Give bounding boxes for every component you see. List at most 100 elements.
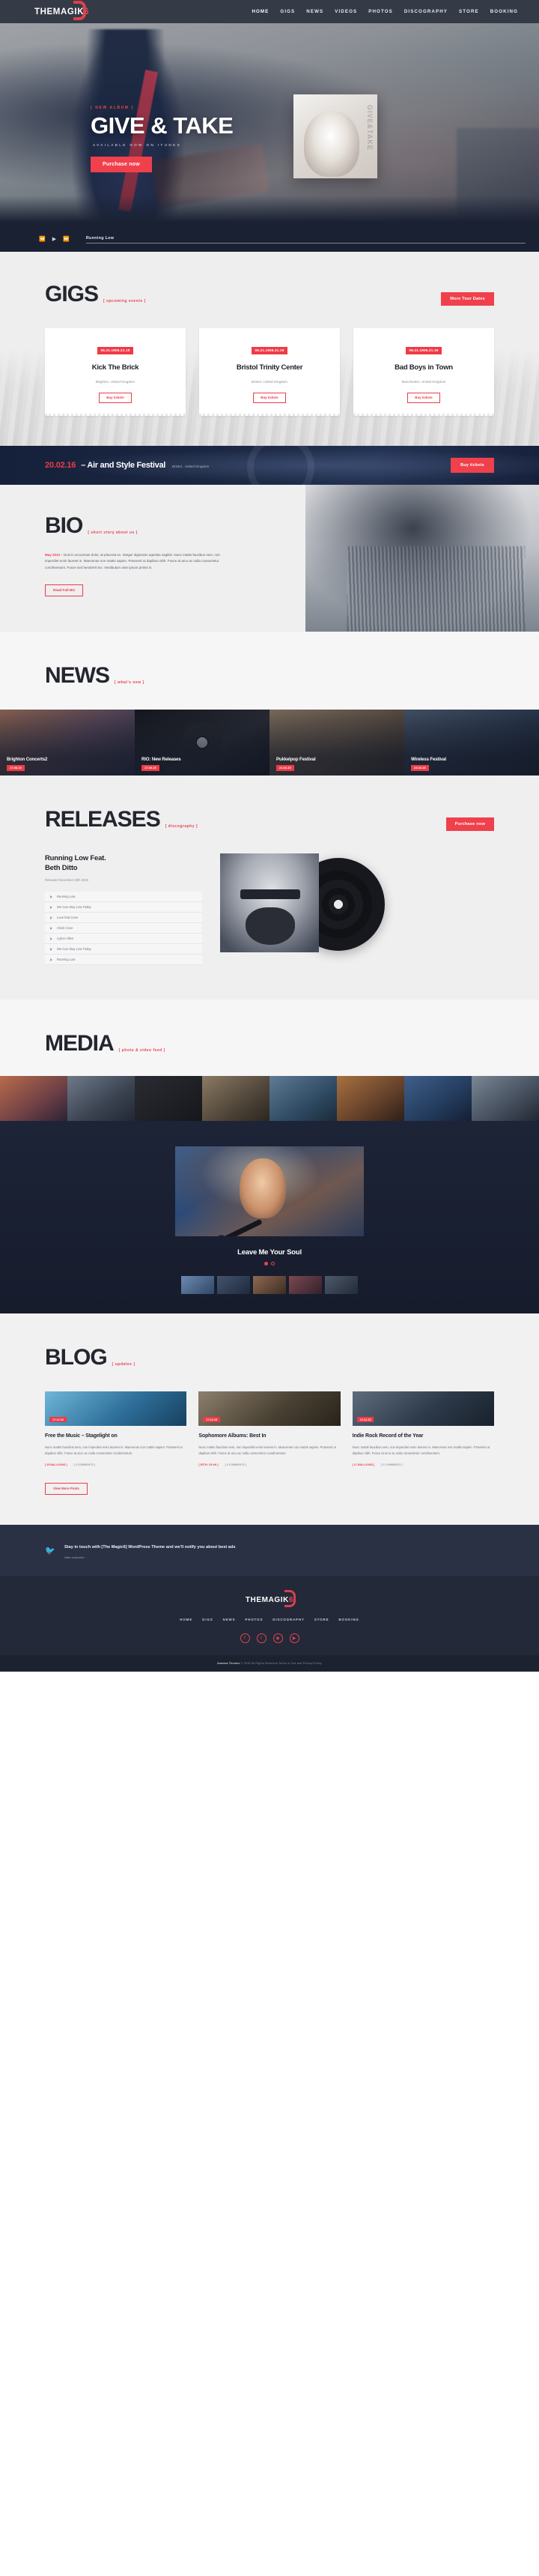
nav-item-booking[interactable]: BOOKING xyxy=(490,9,518,14)
media-thumbnail[interactable] xyxy=(202,1076,270,1122)
media-thumbnail[interactable] xyxy=(337,1076,404,1122)
blog-post-comments[interactable]: [ 0 COMMENTS ] xyxy=(381,1463,402,1466)
news-section-header: NEWS [ what's new ] xyxy=(0,631,539,710)
media-thumbnail[interactable] xyxy=(472,1076,539,1122)
play-icon[interactable] xyxy=(50,937,52,940)
play-icon[interactable] xyxy=(50,895,52,898)
blog-post-thumbnail[interactable]: 17.12.15 xyxy=(45,1391,187,1427)
media-thumbnail[interactable] xyxy=(270,1076,337,1122)
view-more-posts-button[interactable]: View More Posts xyxy=(45,1482,88,1495)
facebook-icon[interactable]: f xyxy=(240,1633,250,1644)
track-row[interactable]: Cyber Allies xyxy=(45,934,202,945)
blog-post-likes[interactable]: [ 27 BALLOONS ] xyxy=(353,1463,375,1466)
release-details: Running Low Feat. Beth Ditto Released No… xyxy=(45,853,202,966)
release-cover-image xyxy=(220,853,319,952)
play-icon[interactable] xyxy=(50,958,52,961)
logo-mark-icon xyxy=(73,0,86,20)
news-card-title: Pukkelpop Festival xyxy=(276,758,316,762)
gig-card[interactable]: 06.21.1906.21.19 Kick The Brick Brighton… xyxy=(45,328,186,416)
track-row[interactable]: Love that Cave xyxy=(45,913,202,924)
footer-nav-home[interactable]: HOME xyxy=(180,1618,192,1621)
news-card[interactable]: Pukkelpop Festival 21.04.15 xyxy=(270,709,404,775)
hero-purchase-button[interactable]: Purchase now xyxy=(91,157,152,172)
carousel-dot-active[interactable] xyxy=(264,1262,268,1266)
play-icon[interactable]: ▶ xyxy=(52,237,56,242)
carousel-dot[interactable] xyxy=(271,1262,275,1266)
footer-logo[interactable]: THEMAGIK 6 xyxy=(246,1590,296,1608)
twitter-icon[interactable]: t xyxy=(256,1633,267,1644)
read-full-bio-button[interactable]: Read Full Bio xyxy=(45,584,84,596)
instagram-icon[interactable]: ◉ xyxy=(272,1633,283,1644)
footer-nav-store[interactable]: STORE xyxy=(314,1618,329,1621)
festival-name: – Air and Style Festival xyxy=(81,460,166,470)
news-card[interactable]: RIO: New Releases 17.08.15 xyxy=(135,709,270,775)
blog-post[interactable]: 10.12.15 Indie Rock Record of the Year N… xyxy=(352,1391,494,1466)
nav-item-discography[interactable]: DISCOGRAPHY xyxy=(404,9,448,14)
video-player[interactable] xyxy=(175,1146,364,1237)
footer-nav-booking[interactable]: BOOKING xyxy=(338,1618,359,1621)
bio-tagline: [ short story about us ] xyxy=(88,530,138,535)
footer-nav-photos[interactable]: PHOTOS xyxy=(245,1618,263,1621)
gig-card[interactable]: 06.21.1906.21.19 Bristol Trinity Center … xyxy=(199,328,340,416)
player-progress-bar[interactable] xyxy=(85,242,526,244)
blog-post-comments[interactable]: [ 0 COMMENTS ] xyxy=(74,1463,95,1466)
blog-post-thumbnail[interactable]: 17.12.15 xyxy=(198,1391,341,1427)
media-thumbnail[interactable] xyxy=(135,1076,202,1122)
video-thumbnail[interactable] xyxy=(289,1276,322,1295)
video-thumbnail[interactable] xyxy=(253,1276,286,1295)
media-thumbnail[interactable] xyxy=(67,1076,135,1122)
video-thumbnail[interactable] xyxy=(181,1276,214,1295)
video-thumbnail-list xyxy=(0,1276,539,1295)
footer-nav-discography[interactable]: DISCOGRAPHY xyxy=(272,1618,305,1621)
track-row[interactable]: Running Low xyxy=(45,892,202,903)
gig-date-badge: 06.21.1906.21.19 xyxy=(97,346,134,354)
hero-album-cover[interactable]: GIVE&TAKE xyxy=(293,94,377,178)
nav-item-gigs[interactable]: GIGS xyxy=(280,9,295,14)
gig-location: Brighton, United Kingdom xyxy=(95,379,135,384)
play-icon[interactable] xyxy=(50,916,52,919)
track-row[interactable]: Running Low xyxy=(45,955,202,966)
track-row[interactable]: We Can Stay Low Today xyxy=(45,902,202,913)
gig-card[interactable]: 06.21.1906.21.19 Bad Boys in Town Manche… xyxy=(353,328,494,416)
nav-item-photos[interactable]: PHOTOS xyxy=(368,9,393,14)
footer-nav-news[interactable]: NEWS xyxy=(223,1618,236,1621)
blog-post[interactable]: 17.12.15 Free the Music – Stagelight on … xyxy=(45,1391,187,1466)
nav-item-store[interactable]: STORE xyxy=(459,9,479,14)
video-thumbnail[interactable] xyxy=(217,1276,250,1295)
skip-forward-icon[interactable]: ⏩ xyxy=(63,237,70,242)
skip-back-icon[interactable]: ⏪ xyxy=(39,237,46,242)
track-row[interactable]: We Can Stay Low Today xyxy=(45,944,202,955)
play-icon[interactable] xyxy=(50,926,52,930)
gig-buy-tickets-button[interactable]: Buy tickets xyxy=(407,392,440,403)
media-thumbnail[interactable] xyxy=(404,1076,472,1122)
blog-post-comments[interactable]: [ 0 COMMENTS ] xyxy=(225,1463,246,1466)
nav-item-home[interactable]: HOME xyxy=(252,9,269,14)
youtube-icon[interactable]: ▶ xyxy=(289,1633,299,1644)
site-logo[interactable]: THEMAGIK 6 xyxy=(34,0,89,20)
blog-post-excerpt: Nunc mattis faucibus sem, non imperdiet … xyxy=(352,1445,490,1455)
blog-post-thumbnail[interactable]: 10.12.15 xyxy=(352,1391,494,1427)
releases-purchase-button[interactable]: Purchase now xyxy=(445,817,494,831)
nav-item-videos[interactable]: VIDEOS xyxy=(335,9,357,14)
nav-item-news[interactable]: NEWS xyxy=(306,9,323,14)
bio-paragraph: May 2013 – Duis in accumsan dolor, at pl… xyxy=(45,552,226,572)
news-card[interactable]: Brighton Concerts2 17.08.15 xyxy=(0,709,135,775)
release-album-title: Running Low Feat. Beth Ditto xyxy=(45,853,106,872)
blog-post-likes[interactable]: [ 25 BALLOONS ] xyxy=(45,1463,67,1466)
news-card-title: Brighton Concerts2 xyxy=(7,758,48,762)
play-icon[interactable] xyxy=(50,905,52,909)
blog-post-likes[interactable]: [ 50TH / 29 AN ] xyxy=(198,1463,218,1466)
hero-kicker: [ new album ] xyxy=(91,106,134,110)
footer-nav-gigs[interactable]: GIGS xyxy=(202,1618,213,1621)
track-row[interactable]: Clock Cove xyxy=(45,923,202,934)
play-icon[interactable] xyxy=(50,947,52,951)
more-tour-dates-button[interactable]: More Tour Dates xyxy=(441,292,494,306)
news-card-date: 23.04.15 xyxy=(411,764,429,771)
blog-post[interactable]: 17.12.15 Sophomore Albums: Best In Nunc … xyxy=(198,1391,341,1466)
festival-buy-tickets-button[interactable]: Buy tickets xyxy=(450,457,494,473)
media-thumbnail[interactable] xyxy=(0,1076,67,1122)
video-thumbnail[interactable] xyxy=(325,1276,358,1295)
gig-buy-tickets-button[interactable]: Buy tickets xyxy=(253,392,286,403)
gig-buy-tickets-button[interactable]: Buy tickets xyxy=(99,392,132,403)
news-card[interactable]: Wireless Festival 23.04.15 xyxy=(404,709,539,775)
